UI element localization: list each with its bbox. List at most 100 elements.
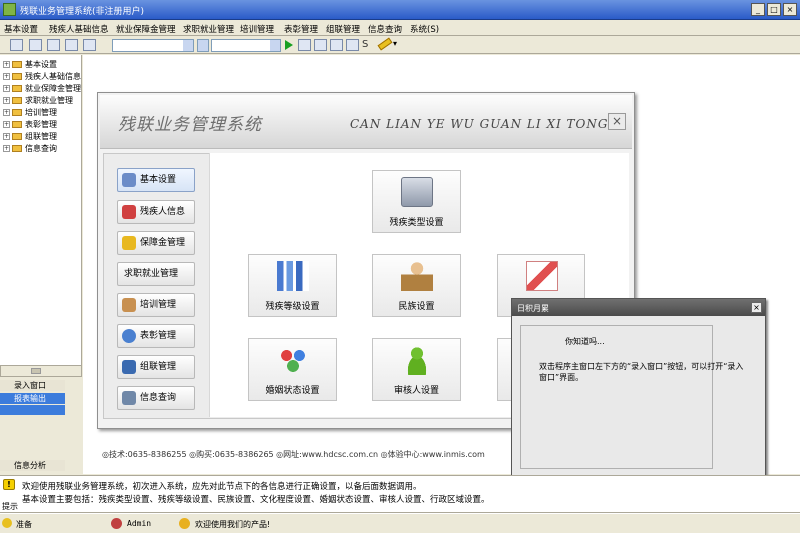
- splash-title-en: CAN LIAN YE WU GUAN LI XI TONG: [350, 117, 609, 131]
- card-disability-type[interactable]: 残疾类型设置: [372, 170, 461, 233]
- tree-node[interactable]: + 表彰管理: [3, 119, 81, 130]
- tree-label: 求职就业管理: [25, 96, 73, 105]
- tree-node[interactable]: + 培训管理: [3, 107, 81, 118]
- hint-tag: 提示: [2, 502, 18, 511]
- side-btn-info-query[interactable]: 信息查询: [117, 386, 195, 410]
- side-btn-training[interactable]: 培训管理: [117, 293, 195, 317]
- expand-icon[interactable]: +: [3, 109, 10, 116]
- scroll-thumb[interactable]: [31, 368, 41, 374]
- tree-label: 表彰管理: [25, 120, 57, 129]
- menu-commendation[interactable]: 表彰管理: [284, 23, 318, 35]
- card-ethnicity[interactable]: 民族设置: [372, 254, 461, 317]
- pencil-icon[interactable]: [377, 37, 393, 51]
- menu-basic-settings[interactable]: 基本设置: [4, 23, 38, 35]
- window-title: 残联业务管理系统(非注册用户): [20, 7, 145, 17]
- menu-query[interactable]: 信息查询: [368, 23, 402, 35]
- card-disability-level[interactable]: 残疾等级设置: [248, 254, 337, 317]
- tree-node[interactable]: + 信息查询: [3, 143, 81, 154]
- toolbar-combo-2[interactable]: [197, 39, 209, 52]
- toolbar-scissors-icon[interactable]: [10, 39, 23, 51]
- toolbar-find-icon[interactable]: [330, 39, 343, 51]
- side-btn-label: 求职就业管理: [124, 269, 179, 279]
- minimize-button[interactable]: _: [751, 3, 765, 16]
- toolbar-combo-3[interactable]: [211, 39, 281, 52]
- toolbar-grid-icon[interactable]: [29, 39, 42, 51]
- toolbar-save-icon[interactable]: [65, 39, 78, 51]
- splash-header: 残联业务管理系统 CAN LIAN YE WU GUAN LI XI TONG …: [100, 95, 632, 149]
- expand-icon[interactable]: +: [3, 97, 10, 104]
- side-btn-security-fund[interactable]: 保障金管理: [117, 231, 195, 255]
- side-btn-basic-settings[interactable]: 基本设置: [117, 168, 195, 192]
- tip-message: 双击程序主窗口左下方的“录入窗口”按钮，可以打开“录入窗口”界面。: [539, 362, 744, 382]
- tree-node[interactable]: + 就业保障金管理: [3, 83, 81, 94]
- toolbar-table-icon[interactable]: [47, 39, 60, 51]
- app-icon: [3, 3, 16, 16]
- splash-close-button[interactable]: ×: [608, 113, 626, 130]
- side-btn-label: 基本设置: [140, 175, 177, 185]
- user-icon: [401, 345, 433, 375]
- side-btn-label: 残疾人信息: [140, 207, 186, 217]
- toolbar-export-icon[interactable]: [83, 39, 96, 51]
- close-button[interactable]: ×: [783, 3, 797, 16]
- toolbar: S ▾: [0, 37, 800, 54]
- menu-security-fund[interactable]: 就业保障金管理: [116, 23, 176, 35]
- tree-node[interactable]: + 基本设置: [3, 59, 81, 70]
- nav-entry-window[interactable]: 录入窗口: [0, 380, 65, 391]
- side-btn-label: 表彰管理: [140, 331, 177, 341]
- tree-scrollbar[interactable]: [0, 365, 82, 377]
- menu-training[interactable]: 培训管理: [240, 23, 274, 35]
- maximize-button[interactable]: □: [767, 3, 781, 16]
- side-btn-label: 培训管理: [140, 300, 177, 310]
- menu-organization[interactable]: 组联管理: [326, 23, 360, 35]
- toolbar-combo-1[interactable]: [112, 39, 194, 52]
- nav-tree: + 基本设置 + 残疾人基础信息 + 就业保障金管理 + 求职就业管理 + 培训管理 + 表…: [0, 55, 82, 365]
- expand-icon[interactable]: +: [3, 73, 10, 80]
- monitor-icon: [401, 177, 433, 207]
- nav-report-output[interactable]: 报表输出: [0, 393, 65, 404]
- status-bar: 准备 Admin 欢迎使用我们的产品!: [0, 513, 800, 533]
- tree-label: 就业保障金管理: [25, 84, 81, 93]
- tree-label: 残疾人基础信息: [25, 72, 81, 81]
- card-marital-status[interactable]: 婚姻状态设置: [248, 338, 337, 401]
- tree-label: 培训管理: [25, 108, 57, 117]
- tree-node[interactable]: + 残疾人基础信息: [3, 71, 81, 82]
- side-btn-organization[interactable]: 组联管理: [117, 355, 195, 379]
- side-btn-commendation[interactable]: 表彰管理: [117, 324, 195, 348]
- tree-node[interactable]: + 求职就业管理: [3, 95, 81, 106]
- folder-icon: [12, 133, 22, 140]
- toolbar-db-icon[interactable]: [298, 39, 311, 51]
- folder-icon: [12, 109, 22, 116]
- menu-employment[interactable]: 求职就业管理: [183, 23, 234, 35]
- hint-line-2: 基本设置主要包括：残疾类型设置、残疾等级设置、民族设置、文化程度设置、婚姻状态设…: [22, 495, 490, 505]
- side-btn-label: 信息查询: [140, 393, 177, 403]
- chevron-down-icon[interactable]: ▾: [393, 39, 397, 48]
- tree-node[interactable]: + 组联管理: [3, 131, 81, 142]
- side-btn-employment[interactable]: 求职就业管理: [117, 262, 195, 286]
- card-label: 民族设置: [398, 302, 435, 312]
- expand-icon[interactable]: +: [3, 133, 10, 140]
- toolbar-search-icon[interactable]: [314, 39, 327, 51]
- tip-greeting: 你知道吗...: [565, 337, 605, 346]
- title-bar: 残联业务管理系统(非注册用户) _ □ ×: [0, 0, 800, 20]
- expand-icon[interactable]: +: [3, 121, 10, 128]
- side-btn-label: 组联管理: [140, 362, 177, 372]
- card-label: 婚姻状态设置: [265, 386, 320, 396]
- expand-icon[interactable]: +: [3, 61, 10, 68]
- menu-disabled-info[interactable]: 残疾人基础信息: [49, 23, 109, 35]
- bar-chart-icon: [277, 261, 309, 291]
- toolbar-s-icon[interactable]: S: [362, 39, 368, 50]
- pen-icon: [122, 360, 136, 374]
- expand-icon[interactable]: +: [3, 85, 10, 92]
- menu-system[interactable]: 系统(S): [410, 23, 439, 35]
- side-btn-disabled-info[interactable]: 残疾人信息: [117, 200, 195, 224]
- document-icon: [122, 391, 136, 405]
- play-icon[interactable]: [285, 40, 293, 50]
- toolbar-print-icon[interactable]: [346, 39, 359, 51]
- nav-info-analysis[interactable]: 信息分析: [0, 460, 65, 471]
- warning-icon: !: [3, 479, 15, 490]
- card-reviewer[interactable]: 审核人设置: [372, 338, 461, 401]
- ready-icon: [2, 518, 12, 528]
- tip-close-button[interactable]: ×: [751, 302, 762, 313]
- expand-icon[interactable]: +: [3, 145, 10, 152]
- group-icon: [277, 345, 309, 375]
